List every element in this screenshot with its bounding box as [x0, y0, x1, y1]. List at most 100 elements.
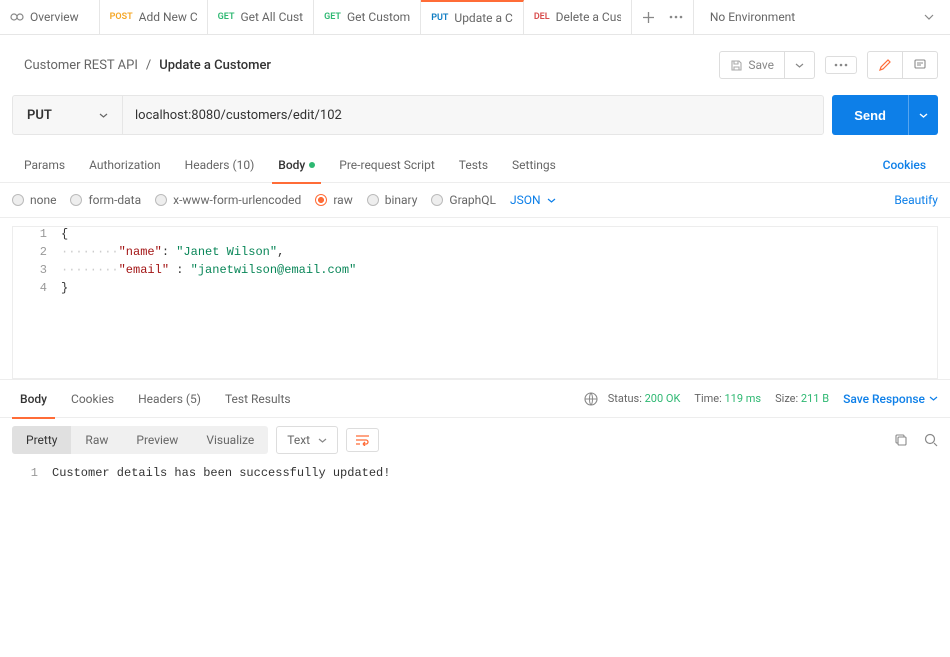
send-dropdown[interactable]: [908, 95, 938, 135]
request-body-editor[interactable]: 1 { 2 ········"name": "Janet Wilson", 3 …: [0, 218, 950, 380]
view-pretty[interactable]: Pretty: [12, 426, 71, 454]
chevron-down-icon: [929, 396, 938, 401]
cookies-link[interactable]: Cookies: [871, 158, 938, 172]
response-tab-body[interactable]: Body: [12, 380, 55, 418]
tab-label: Add New C: [139, 10, 197, 24]
radio-icon: [155, 194, 167, 206]
body-format-select[interactable]: JSON: [510, 193, 556, 207]
tab-label: Delete a Cus: [556, 10, 621, 24]
environment-selector[interactable]: No Environment: [693, 0, 950, 34]
tab-settings[interactable]: Settings: [500, 147, 568, 183]
response-line: 1 Customer details has been successfully…: [12, 466, 938, 484]
tab-params[interactable]: Params: [12, 147, 77, 183]
method-badge-get: GET: [218, 12, 235, 22]
tab-overview[interactable]: Overview: [0, 0, 100, 34]
url-input-group: PUT localhost:8080/customers/edit/102: [12, 95, 824, 135]
radio-binary[interactable]: binary: [367, 193, 418, 207]
breadcrumb-row: Customer REST API / Update a Customer Sa…: [0, 35, 950, 95]
tab-add-new[interactable]: POST Add New C: [100, 0, 208, 34]
radio-icon: [367, 194, 379, 206]
save-dropdown[interactable]: [785, 51, 815, 79]
response-format-select[interactable]: Text: [276, 426, 338, 454]
method-badge-put: PUT: [431, 13, 448, 23]
chevron-down-icon: [99, 113, 108, 118]
tab-tests[interactable]: Tests: [447, 147, 500, 183]
url-row: PUT localhost:8080/customers/edit/102 Se…: [0, 95, 950, 135]
tab-body-label: Body: [278, 158, 305, 172]
pencil-icon: [878, 58, 892, 72]
send-button[interactable]: Send: [832, 95, 908, 135]
copy-button[interactable]: [894, 433, 908, 447]
radio-form-data[interactable]: form-data: [70, 193, 141, 207]
tab-update[interactable]: PUT Update a C: [421, 0, 524, 34]
save-label: Save: [748, 58, 774, 72]
modified-dot-icon: [309, 162, 315, 168]
add-tab-icon[interactable]: [642, 11, 655, 24]
wrap-lines-button[interactable]: [346, 428, 379, 452]
tab-get-all[interactable]: GET Get All Cust: [208, 0, 314, 34]
save-button[interactable]: Save: [719, 51, 785, 79]
tab-prerequest[interactable]: Pre-request Script: [327, 147, 446, 183]
breadcrumb-actions: Save: [719, 51, 938, 79]
tab-authorization[interactable]: Authorization: [77, 147, 173, 183]
tab-headers[interactable]: Headers (10): [173, 147, 267, 183]
response-tab-headers[interactable]: Headers (5): [130, 380, 209, 418]
breadcrumb-separator: /: [146, 58, 151, 73]
tab-delete[interactable]: DEL Delete a Cus: [524, 0, 632, 34]
tab-label: Get Custom: [347, 10, 410, 24]
wrap-icon: [355, 434, 370, 446]
radio-none[interactable]: none: [12, 193, 56, 207]
response-body: 1 Customer details has been successfully…: [0, 462, 950, 488]
save-response-button[interactable]: Save Response: [843, 392, 938, 406]
response-tab-tests[interactable]: Test Results: [217, 380, 299, 418]
url-field[interactable]: localhost:8080/customers/edit/102: [123, 96, 823, 134]
breadcrumb-current: Update a Customer: [159, 58, 271, 73]
view-preview[interactable]: Preview: [122, 426, 192, 454]
breadcrumb: Customer REST API / Update a Customer: [24, 58, 271, 73]
time-value: 119 ms: [725, 392, 762, 405]
request-tabs: Params Authorization Headers (10) Body P…: [0, 147, 950, 183]
status-value: 200 OK: [645, 392, 681, 405]
tab-label: Update a C: [454, 11, 512, 25]
response-tab-cookies[interactable]: Cookies: [63, 380, 122, 418]
method-badge-post: POST: [110, 12, 133, 22]
send-button-group: Send: [832, 95, 938, 135]
method-select[interactable]: PUT: [13, 96, 123, 134]
tab-body[interactable]: Body: [266, 147, 327, 183]
radio-icon: [12, 194, 24, 206]
method-badge-get: GET: [324, 12, 341, 22]
more-tabs-icon[interactable]: [669, 15, 683, 19]
body-format-label: JSON: [510, 193, 541, 207]
breadcrumb-parent[interactable]: Customer REST API: [24, 58, 138, 73]
chevron-down-icon: [547, 198, 556, 203]
comment-icon: [913, 58, 927, 72]
radio-icon: [431, 194, 443, 206]
radio-graphql[interactable]: GraphQL: [431, 193, 496, 207]
save-icon: [730, 59, 743, 72]
search-button[interactable]: [924, 433, 938, 447]
status-info: Status: 200 OK Time: 119 ms Size: 211 B: [608, 392, 829, 405]
view-raw[interactable]: Raw: [71, 426, 122, 454]
method-value: PUT: [27, 108, 52, 123]
radio-raw[interactable]: raw: [315, 193, 352, 207]
overview-icon: [10, 10, 24, 24]
code-line: 2 ········"name": "Janet Wilson",: [13, 245, 937, 263]
code-line: 1 {: [13, 227, 937, 245]
radio-icon: [315, 194, 327, 206]
response-toolbar: Pretty Raw Preview Visualize Text: [0, 418, 950, 462]
response-text: Customer details has been successfully u…: [52, 466, 938, 484]
radio-icon: [70, 194, 82, 206]
edit-button[interactable]: [867, 51, 903, 79]
response-view-buttons: Pretty Raw Preview Visualize: [12, 426, 268, 454]
beautify-button[interactable]: Beautify: [894, 193, 938, 207]
chevron-down-icon: [318, 438, 327, 443]
size-value: 211 B: [801, 392, 829, 405]
view-visualize[interactable]: Visualize: [192, 426, 268, 454]
more-options-button[interactable]: [825, 56, 857, 74]
tab-get-customer[interactable]: GET Get Custom: [314, 0, 421, 34]
radio-urlencoded[interactable]: x-www-form-urlencoded: [155, 193, 301, 207]
tab-actions: [632, 0, 693, 34]
tab-label: Get All Cust: [240, 10, 303, 24]
comment-button[interactable]: [903, 51, 938, 79]
globe-icon[interactable]: [584, 392, 598, 406]
